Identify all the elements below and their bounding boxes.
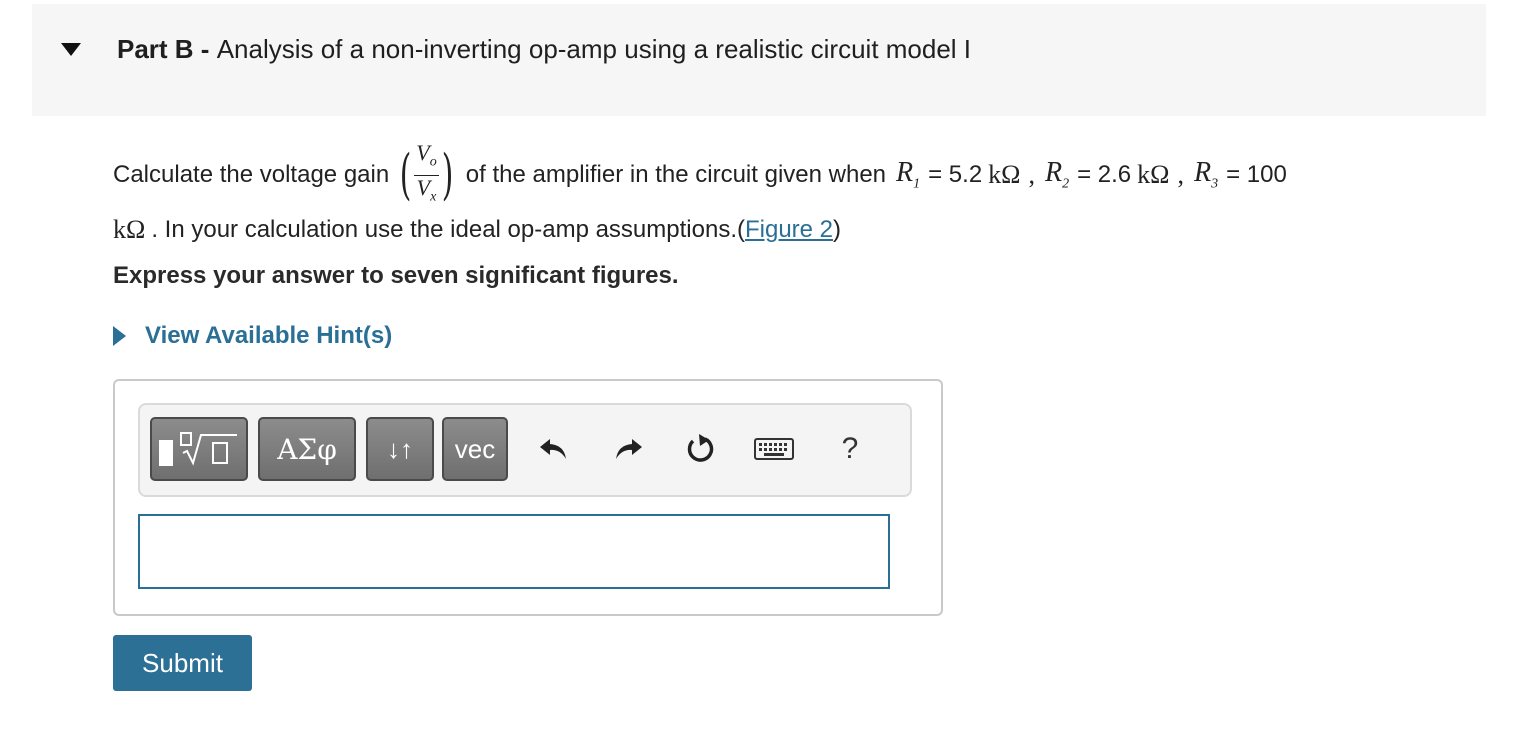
part-title-text: Analysis of a non-inverting op-amp using… [216, 34, 972, 64]
templates-button[interactable] [150, 417, 248, 481]
r3-value: = 100 [1226, 161, 1287, 188]
reset-icon[interactable] [678, 427, 722, 471]
redo-icon[interactable] [606, 427, 650, 471]
left-paren: ( [399, 143, 412, 206]
right-paren: ) [441, 143, 454, 206]
sqrt-template-icon [180, 432, 237, 466]
answer-instruction: Express your answer to seven significant… [113, 262, 679, 289]
question-line2: . In your calculation use the ideal op-a… [151, 216, 745, 243]
r1-unit: kΩ [988, 160, 1021, 189]
r2-symbol: R2 [1045, 157, 1070, 192]
view-hints-toggle[interactable]: View Available Hint(s) [113, 322, 392, 350]
r2-value: = 2.6 [1077, 161, 1132, 188]
part-label: Part B [117, 34, 194, 64]
submit-button[interactable]: Submit [113, 635, 252, 691]
expand-arrow-icon [113, 326, 126, 346]
keyboard-icon[interactable] [752, 427, 796, 471]
question-prompt: Calculate the voltage gain ( Vo Vx ) of … [113, 140, 1287, 244]
math-toolbar: ΑΣφ ↓↑ vec ? [138, 403, 912, 497]
answer-box: ΑΣφ ↓↑ vec ? [113, 379, 943, 616]
r1-symbol: R1 [896, 157, 921, 192]
part-separator: - [193, 34, 217, 64]
question-prefix: Calculate the voltage gain [113, 161, 390, 188]
part-title: Part B - Analysis of a non-inverting op-… [117, 34, 971, 65]
figure-link[interactable]: Figure 2 [745, 216, 833, 244]
arrows-button[interactable]: ↓↑ [366, 417, 434, 481]
voltage-gain-fraction: Vo Vx [414, 140, 439, 204]
vector-button[interactable]: vec [442, 417, 508, 481]
question-middle: of the amplifier in the circuit given wh… [465, 161, 887, 188]
greek-symbols-button[interactable]: ΑΣφ [258, 417, 356, 481]
r2-unit: kΩ [1137, 160, 1170, 189]
r1-value: = 5.2 [928, 161, 983, 188]
help-button[interactable]: ? [828, 427, 872, 471]
r3-symbol: R3 [1193, 157, 1219, 192]
collapse-arrow-icon[interactable] [61, 43, 81, 56]
answer-input[interactable] [138, 514, 890, 589]
undo-icon[interactable] [532, 427, 576, 471]
template-block-icon [159, 440, 173, 466]
r3-unit: kΩ [113, 215, 146, 244]
view-hints-label: View Available Hint(s) [145, 322, 393, 349]
